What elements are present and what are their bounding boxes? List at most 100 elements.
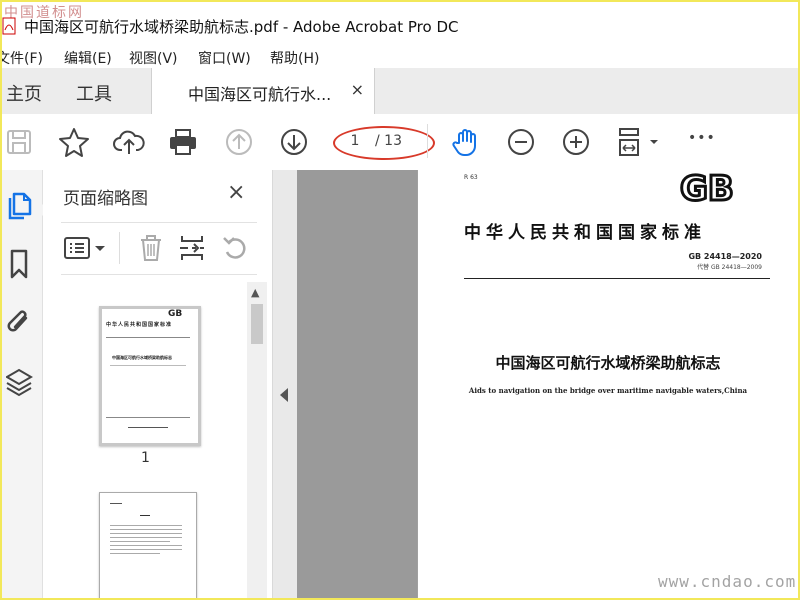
thumb-2-line [110,549,182,550]
page-down-icon [281,129,307,155]
panel-divider-2 [61,274,257,275]
thumb-1-logo: GB [168,309,183,319]
annotation-ring [333,126,435,160]
page-gutter [297,170,417,598]
doc-classification-code: R 63 [464,174,478,181]
thumb-2-line [110,529,182,530]
print-icon [170,129,196,155]
doc-replaces: 代替 GB 24418—2009 [697,264,762,271]
tab-bar: 主页 工具 中国海区可航行水... × [2,68,798,115]
panel-close-icon[interactable]: × [227,180,245,205]
menu-edit[interactable]: 编辑(E) [64,48,112,68]
panel-tool-divider [119,232,120,264]
pdf-page: R 63 GB 中华人民共和国国家标准 GB 24418—2020 代替 GB … [418,170,798,598]
delete-page-button[interactable] [137,232,165,264]
attachment-icon [7,310,28,332]
gb-logo-text: GB [680,170,734,206]
menu-bar: 文件(F) 编辑(E) 视图(V) 窗口(W) 帮助(H) [2,46,798,68]
toolbar: / 13 ••• [2,114,798,171]
thumb-1-title: 中国海区可航行水域桥梁助航标志 [112,355,172,360]
thumb-2-heading [110,503,122,504]
doc-header-rule [464,278,770,279]
menu-view[interactable]: 视图(V) [129,48,178,68]
page-view-button[interactable] [614,126,660,158]
page-navigator: / 13 [333,126,435,160]
thumb-2-line [110,525,182,526]
thumb-2-line [110,533,182,534]
thumbnail-scrollbar[interactable]: ▲ [247,282,267,598]
app-window: 中国道标网 中国海区可航行水域桥梁助航标志.pdf - Adobe Acroba… [0,0,800,600]
cloud-upload-icon [113,130,145,154]
thumbnail-page-1-label: 1 [141,450,150,466]
rail-page-thumbnails[interactable] [6,190,34,222]
pages-icon [8,192,32,220]
thumbnail-list: GB 中华人民共和国国家标准 中国海区可航行水域桥梁助航标志 1 [43,282,247,598]
thumb-1-subtitle-line [110,365,186,366]
tab-home[interactable]: 主页 [6,80,42,106]
panel-collapse-strip[interactable] [273,170,297,598]
window-title: 中国海区可航行水域桥梁助航标志.pdf - Adobe Acrobat Pro … [24,18,459,36]
thumb-2-line [110,541,170,542]
page-up-icon [226,129,252,155]
doc-title-cn: 中国海区可航行水域桥梁助航标志 [495,354,721,372]
delete-icon [141,235,161,261]
insert-page-button[interactable] [178,232,206,264]
toolbar-divider [427,124,428,158]
previous-page-button[interactable] [223,126,255,158]
hand-tool-button[interactable] [451,126,483,158]
save-button[interactable] [4,126,36,158]
acrobat-logo-icon [2,17,16,35]
document-area: R 63 GB 中华人民共和国国家标准 GB 24418—2020 代替 GB … [273,170,798,598]
rail-bookmarks[interactable] [6,248,34,280]
thumb-1-header: 中华人民共和国国家标准 [106,322,173,328]
tab-tools[interactable]: 工具 [76,80,112,106]
thumb-1-rule [106,337,190,338]
tab-document-label: 中国海区可航行水... [188,85,332,104]
thumb-2-line [110,545,182,546]
gb-logo: GB [679,170,736,206]
collapse-arrow-icon[interactable] [280,388,288,402]
layers-icon [5,368,33,397]
zoom-in-button[interactable] [560,126,592,158]
tab-close-icon[interactable]: × [351,80,364,99]
menu-help[interactable]: 帮助(H) [270,48,319,68]
menu-window[interactable]: 窗口(W) [198,48,251,68]
rail-attachments[interactable] [6,306,34,338]
thumb-1-issuer-line [128,427,168,428]
rotate-page-button[interactable] [221,232,249,264]
zoom-in-icon [563,129,589,155]
doc-standard-header: 中华人民共和国国家标准 [464,223,706,243]
star-icon [59,128,89,157]
thumb-2-line [110,537,182,538]
thumb-2-title [140,515,150,516]
thumbnail-options-button[interactable] [63,232,107,264]
hand-tool-icon [452,129,476,156]
thumbnail-panel: 页面缩略图 × GB 中华人民共和国国家标准 中国海区可航行水域桥梁助航标志 1… [43,170,273,598]
save-icon [7,130,31,154]
bookmark-icon [10,249,28,279]
panel-divider [61,222,257,223]
doc-title-en: Aids to navigation on the bridge over ma… [468,386,748,395]
more-tools-button[interactable]: ••• [686,126,720,158]
tab-document[interactable]: 中国海区可航行水... × [151,68,375,114]
menu-file[interactable]: 文件(F) [2,48,43,68]
panel-title: 页面缩略图 [63,189,148,209]
watermark-bottom: www.cndao.com [658,572,797,591]
print-button[interactable] [167,126,199,158]
scroll-thumb[interactable] [251,304,263,344]
next-page-button[interactable] [278,126,310,158]
zoom-out-button[interactable] [505,126,537,158]
thumb-1-bottom-rule [106,417,190,418]
thumbnail-page-2[interactable] [99,492,197,598]
scroll-up-icon[interactable]: ▲ [251,286,259,299]
upload-button[interactable] [113,126,145,158]
insert-page-icon [180,236,204,260]
bookmark-star-button[interactable] [58,126,90,158]
rail-layers[interactable] [5,366,34,398]
rotate-icon [223,237,246,259]
title-bar: 中国道标网 中国海区可航行水域桥梁助航标志.pdf - Adobe Acroba… [2,2,798,46]
thumbnail-page-1[interactable]: GB 中华人民共和国国家标准 中国海区可航行水域桥梁助航标志 [99,306,201,446]
options-icon [64,237,105,259]
page-view-icon [619,128,658,156]
left-rail [2,170,48,598]
